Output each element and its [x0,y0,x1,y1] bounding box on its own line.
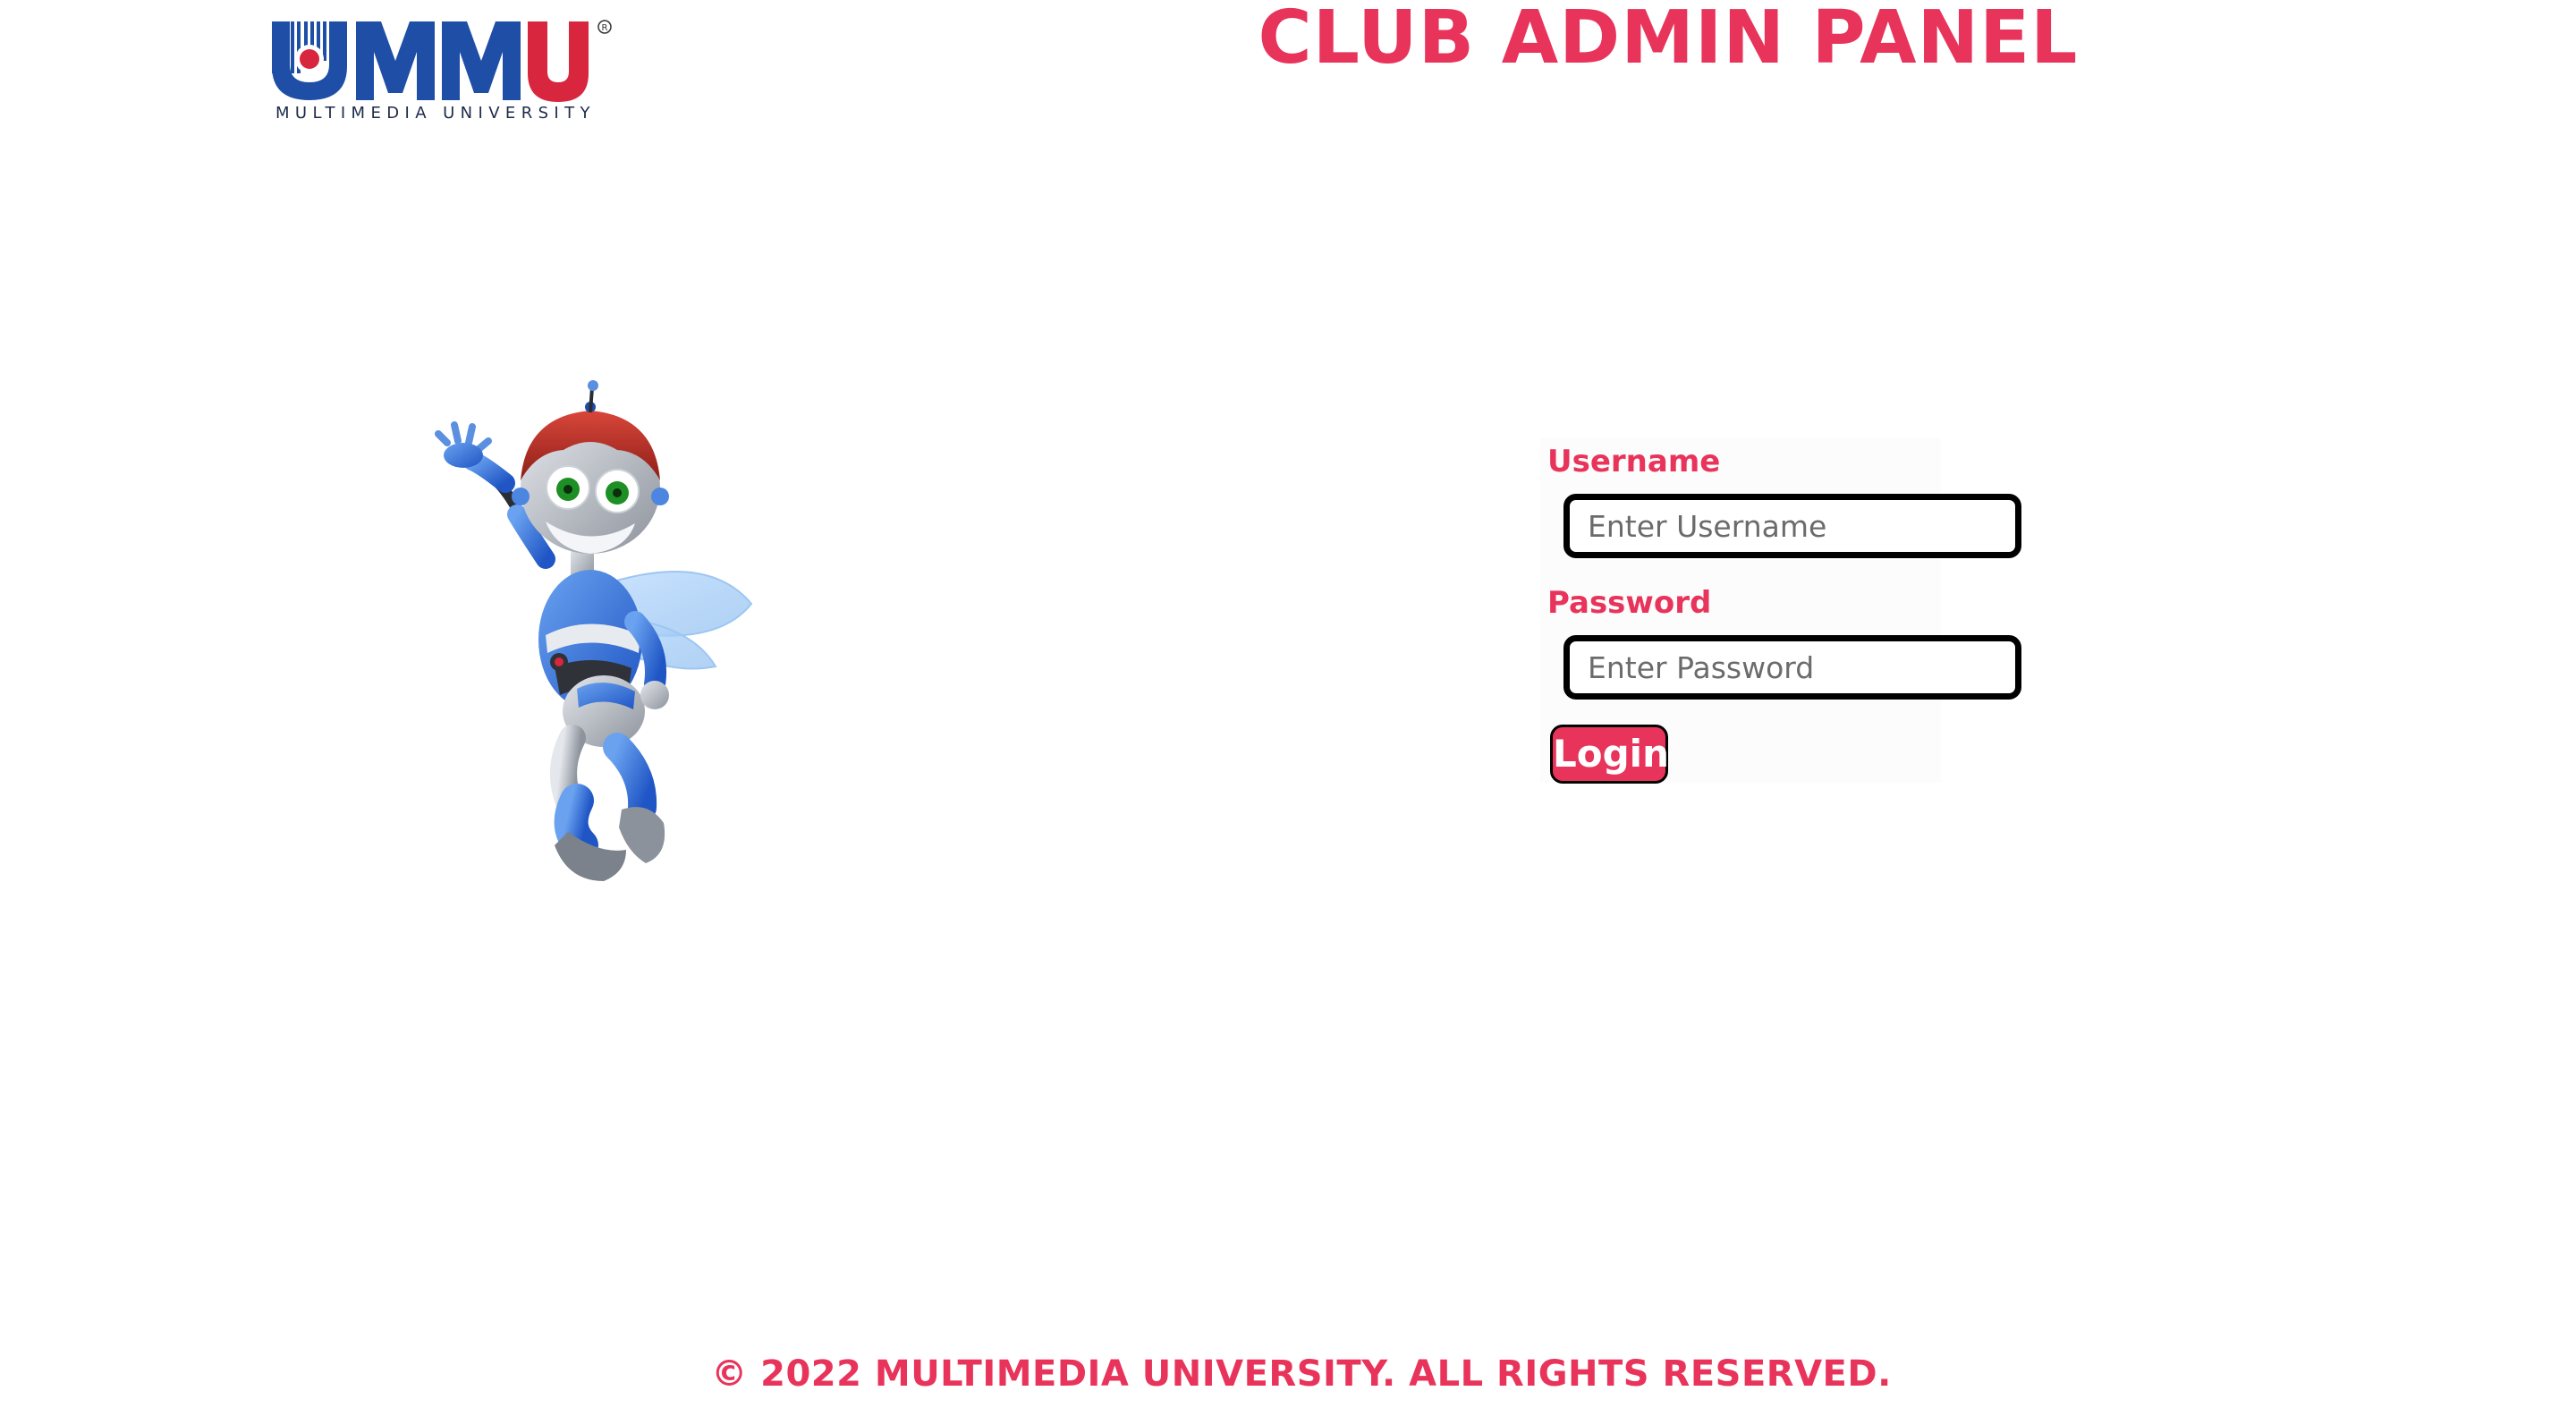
robot-bee-mascot-icon [435,380,753,881]
login-page: R MULTIMEDIA UNIVERSITY CLUB ADMIN PANEL [0,0,2576,1408]
svg-text:R: R [602,23,608,33]
mmu-logo[interactable]: R MULTIMEDIA UNIVERSITY [270,18,619,125]
password-label: Password [1547,585,1712,621]
password-input[interactable] [1563,635,2021,700]
footer-copyright: © 2022 MULTIMEDIA UNIVERSITY. ALL RIGHTS… [711,1353,1892,1395]
logo-university-name: MULTIMEDIA UNIVERSITY [275,104,596,123]
page-title: CLUB ADMIN PANEL [1258,0,2079,81]
login-button[interactable]: Login [1550,725,1669,784]
mmu-logo-mark: R [272,20,612,102]
username-input[interactable] [1563,494,2021,558]
username-label: Username [1547,444,1721,479]
